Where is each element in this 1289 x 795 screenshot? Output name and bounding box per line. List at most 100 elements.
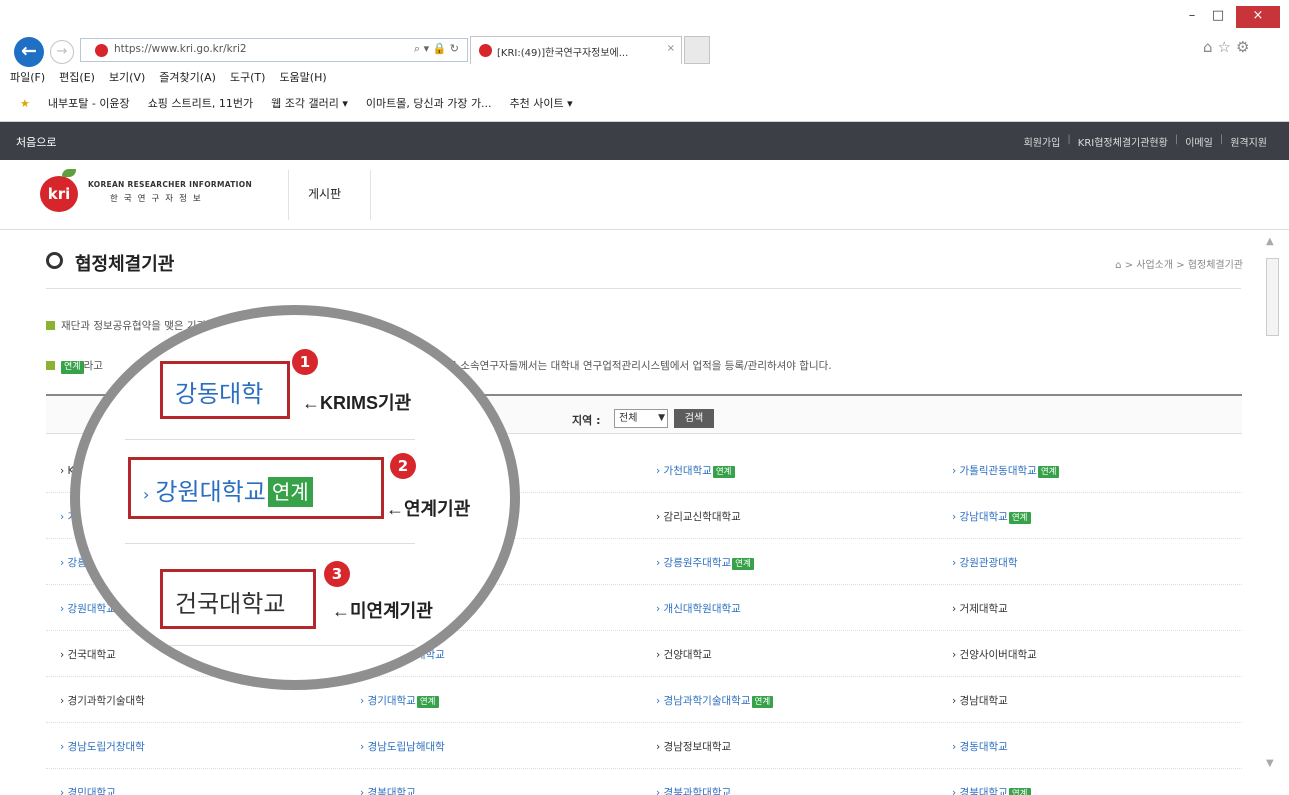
scroll-thumb[interactable] <box>1266 258 1279 336</box>
institution-link[interactable]: › 경남과학기술대학교 연계 <box>656 693 774 708</box>
institution-link[interactable]: › 가톨릭관동대학교 연계 <box>952 463 1060 478</box>
table-row: › 경기과학기술대학 › 경기대학교 연계 › 경남과학기술대학교 연계 › 경남대학교 <box>46 677 1242 723</box>
address-bar[interactable]: https://www.kri.go.kr/kri2 ⌕ ▾ 🔒 ↻ <box>80 38 468 62</box>
menu-bar: 파일(F) 편집(E) 보기(V) 즐겨찾기(A) 도구(T) 도움말(H) <box>10 69 327 87</box>
institution-link: › 경남대학교 <box>952 695 1008 707</box>
site-favicon-icon <box>95 44 108 57</box>
favorites-star-icon[interactable]: ★ <box>20 97 30 110</box>
signup-link[interactable]: 회원가입 <box>1024 134 1061 149</box>
institution-link[interactable]: › 경민대학교 <box>60 785 116 795</box>
institution-name: 거제대학교 <box>959 603 1008 615</box>
menu-item-tools[interactable]: 도구(T) <box>230 69 266 87</box>
divider: | <box>1174 134 1179 145</box>
callout-institution-name[interactable]: 강동대학 <box>175 374 263 409</box>
back-button[interactable]: ← <box>14 37 44 67</box>
menu-item-file[interactable]: 파일(F) <box>10 69 45 87</box>
chevron-right-icon: › <box>143 485 150 504</box>
agreement-status-link[interactable]: KRI협정체결기관현황 <box>1078 134 1168 149</box>
browser-tab[interactable]: [KRI:(49)]한국연구자정보에... × <box>470 36 682 64</box>
institution-link[interactable]: › 경동대학교 <box>952 739 1008 754</box>
forward-button[interactable]: → <box>50 40 74 64</box>
address-bar-icons[interactable]: ⌕ ▾ 🔒 ↻ <box>414 42 459 56</box>
institution-name: 건국대학교 <box>67 649 116 661</box>
breadcrumb[interactable]: ⌂ > 사업소개 > 협정체결기관 <box>1115 256 1243 271</box>
table-row: › 경민대학교 › 경복대학교 › 경북과학대학교 › 경북대학교 연계 <box>46 769 1242 795</box>
institution-link: › 건양사이버대학교 <box>952 649 1037 661</box>
scroll-up-icon[interactable]: ▲ <box>1266 236 1274 247</box>
logo-english: KOREAN RESEARCHER INFORMATION <box>88 180 253 189</box>
divider <box>288 170 289 220</box>
home-favorites-settings-icons[interactable]: ⌂☆⚙ <box>1203 38 1254 56</box>
favorite-link[interactable]: 추천 사이트 ▾ <box>510 95 573 111</box>
link-badge: 연계 <box>751 696 774 708</box>
institution-link[interactable]: › 경북대학교 연계 <box>952 785 1031 795</box>
favorites-bar: ★ 내부포탈 - 이윤장 쇼핑 스트리트, 11번가 웹 조각 갤러리 ▾ 이마… <box>20 93 573 113</box>
institution-name: 가톨릭관동대학교 <box>959 465 1037 477</box>
institution-name: 경기과학기술대학 <box>67 695 145 707</box>
favorite-link[interactable]: 내부포탈 - 이윤장 <box>48 95 130 111</box>
kri-apple-icon: kri <box>40 176 78 212</box>
address-url[interactable]: https://www.kri.go.kr/kri2 <box>114 43 247 55</box>
institution-link[interactable]: › 강원관광대학 <box>952 555 1018 570</box>
scroll-down-icon[interactable]: ▼ <box>1266 758 1274 769</box>
institution-link: › 감리교신학대학교 <box>656 511 741 523</box>
region-label: 지역 : <box>572 414 601 427</box>
institution-link[interactable]: › 경복대학교 <box>360 785 416 795</box>
divider <box>125 439 415 440</box>
link-badge: 연계 <box>712 466 735 478</box>
institution-link: › 경기과학기술대학 <box>60 695 145 707</box>
callout-institution-name[interactable]: › 강원대학교 연계 <box>143 472 313 507</box>
site-header: kri KOREAN RESEARCHER INFORMATION 한국연구자정… <box>0 160 1289 230</box>
institution-link[interactable]: › 개신대학원대학교 <box>656 601 741 616</box>
institution-link[interactable]: › 경기대학교 연계 <box>360 693 439 708</box>
institution-name: 경남과학기술대학교 <box>663 695 751 707</box>
nav-board[interactable]: 게시판 <box>308 185 341 202</box>
remote-support-link[interactable]: 원격지원 <box>1230 134 1267 149</box>
institution-link: › 건양대학교 <box>656 649 712 661</box>
favorite-link[interactable]: 이마트몰, 당신과 가장 가... <box>366 95 492 111</box>
page-title: 협정체결기관 <box>75 254 175 275</box>
menu-item-view[interactable]: 보기(V) <box>109 69 145 87</box>
kri-logo[interactable]: kri KOREAN RESEARCHER INFORMATION 한국연구자정… <box>40 169 270 216</box>
favorite-link[interactable]: 쇼핑 스트리트, 11번가 <box>148 95 253 111</box>
institution-name: 경남도립남해대학 <box>367 741 445 753</box>
tab-title: [KRI:(49)]한국연구자정보에... <box>497 48 629 59</box>
institution-name: 가천대학교 <box>663 465 712 477</box>
info-line: 연계 라고 <box>46 358 103 374</box>
link-badge: 연계 <box>267 477 313 507</box>
institution-link[interactable]: › 경북과학대학교 <box>656 785 731 795</box>
institution-name: 강원관광대학 <box>959 557 1018 569</box>
callout-box-krims: 강동대학 <box>160 361 290 419</box>
menu-item-favorites[interactable]: 즐겨찾기(A) <box>159 69 216 87</box>
divider: | <box>1219 134 1224 145</box>
institution-link[interactable]: › 경남도립남해대학 <box>360 739 445 754</box>
tab-close-icon[interactable]: × <box>667 43 675 54</box>
site-top-bar: 처음으로 회원가입 | KRI협정체결기관현황 | 이메일 | 원격지원 <box>0 122 1289 160</box>
institution-name: 강남대학교 <box>959 511 1008 523</box>
minimize-button[interactable]: – <box>1180 6 1204 28</box>
institution-name: 경남대학교 <box>959 695 1008 707</box>
callout-box-unlinked: 건국대학교 <box>160 569 316 629</box>
menu-item-help[interactable]: 도움말(H) <box>279 69 326 87</box>
maximize-button[interactable]: □ <box>1206 6 1230 28</box>
favorite-link[interactable]: 웹 조각 갤러리 ▾ <box>271 95 348 111</box>
bullet-icon <box>46 321 55 330</box>
institution-link[interactable]: › 강릉원주대학교 연계 <box>656 555 754 570</box>
page-scrollbar[interactable]: ▲ ▼ <box>1262 236 1282 786</box>
new-tab-button[interactable] <box>684 36 710 64</box>
table-row: › 경남도립거창대학 › 경남도립남해대학 › 경남정보대학교 › 경동대학교 <box>46 723 1242 769</box>
menu-item-edit[interactable]: 편집(E) <box>59 69 95 87</box>
divider <box>46 288 1241 289</box>
home-link[interactable]: 처음으로 <box>16 134 56 150</box>
institution-name: 경동대학교 <box>959 741 1008 753</box>
close-window-button[interactable]: × <box>1236 6 1280 28</box>
institution-link[interactable]: › 가천대학교 연계 <box>656 463 735 478</box>
institution-link[interactable]: › 강남대학교 연계 <box>952 509 1031 524</box>
divider <box>125 543 415 544</box>
institution-link[interactable]: › 경남도립거창대학 <box>60 739 145 754</box>
callout-number: 2 <box>390 453 416 479</box>
region-select[interactable]: 전체 ▼ <box>614 409 668 428</box>
search-button[interactable]: 검색 <box>674 409 714 428</box>
browser-chrome: – □ × ← → https://www.kri.go.kr/kri2 ⌕ ▾… <box>0 0 1289 122</box>
email-link[interactable]: 이메일 <box>1185 134 1213 149</box>
